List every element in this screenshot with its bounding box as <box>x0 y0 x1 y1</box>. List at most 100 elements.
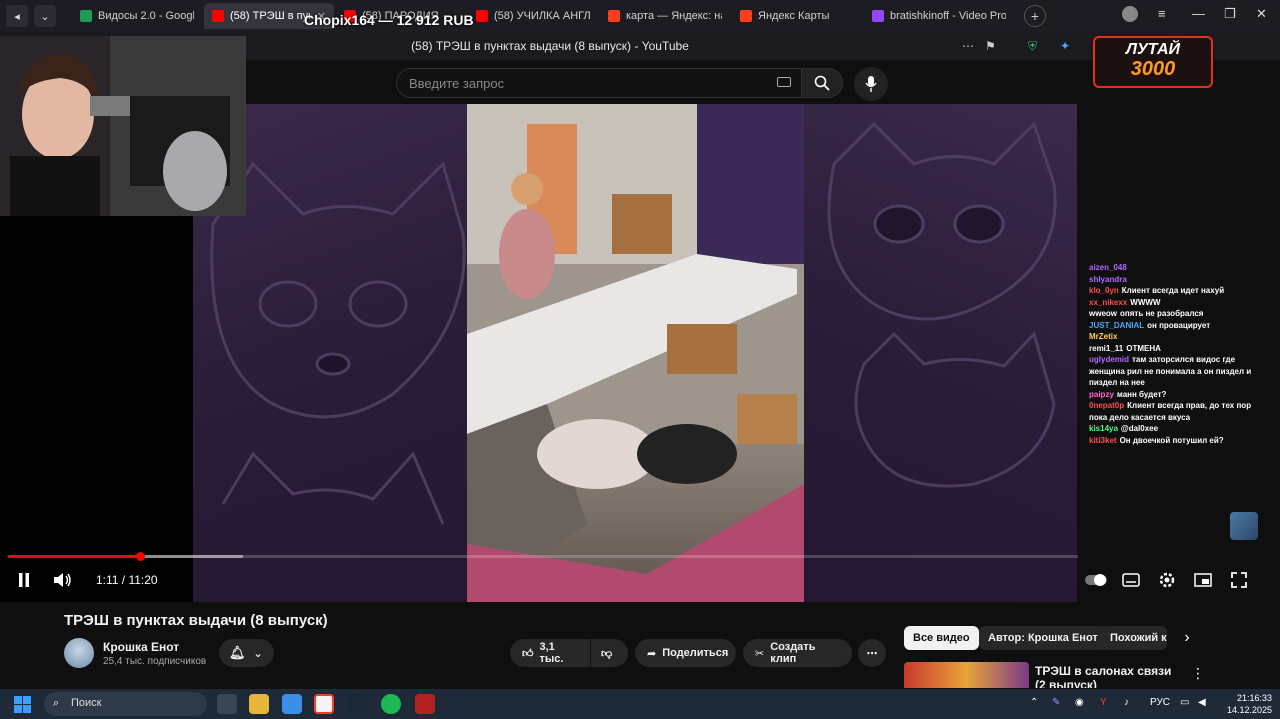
vertical-dots-icon: ⋮ <box>1191 664 1205 681</box>
chat-nick[interactable]: kiti3ket <box>1089 436 1117 445</box>
chat-nick[interactable]: kis14ya <box>1089 424 1118 433</box>
chat-text: @dal0xee <box>1120 424 1159 433</box>
tray-expand-icon[interactable]: ⌃ <box>1030 697 1038 708</box>
browser-tab[interactable]: Видосы 2.0 - Google Таб <box>72 3 202 29</box>
browser-tab[interactable]: bratishkinoff - Video Pro <box>864 3 1014 29</box>
new-tab-button[interactable]: + <box>1024 5 1046 27</box>
file-explorer-icon[interactable] <box>249 694 269 714</box>
browser-menu-icon[interactable]: ≡ <box>1158 6 1166 21</box>
chip-author[interactable]: Автор: Крошка Енот <box>979 626 1107 650</box>
chat-nick[interactable]: paipzy <box>1089 390 1114 399</box>
steam-icon[interactable] <box>347 694 367 714</box>
chat-nick[interactable]: xx_nikexx <box>1089 298 1127 307</box>
chip-similar[interactable]: Похожий к <box>1101 626 1167 650</box>
app-icon[interactable] <box>415 694 435 714</box>
chat-text: манн будет? <box>1116 389 1167 399</box>
channel-avatar[interactable] <box>64 638 94 668</box>
search-placeholder: Введите запрос <box>409 76 505 91</box>
badge-line2: 3000 <box>1130 58 1176 80</box>
dislike-button[interactable]: 👎︎ <box>591 639 628 667</box>
chips-next-button[interactable]: › <box>1178 628 1196 648</box>
subtitles-icon <box>1122 573 1140 587</box>
progress-played <box>8 555 140 558</box>
chat-text: Клиент всегда идет нахуй <box>1121 286 1225 295</box>
recommended-menu-button[interactable]: ⋮ <box>1190 664 1206 682</box>
system-clock[interactable]: 21:16:33 14.12.2025 <box>1216 692 1272 716</box>
taskbar-search[interactable]: Поиск <box>44 692 207 716</box>
subtitles-button[interactable] <box>1121 571 1141 589</box>
progress-scrubber[interactable] <box>135 552 145 561</box>
chat-message: MrZetix <box>1089 331 1269 343</box>
clip-button[interactable]: ✂ Создать клип <box>743 639 852 667</box>
chat-message: klo_0yn Клиент всегда идет нахуй <box>1089 285 1269 297</box>
start-button[interactable] <box>14 696 31 713</box>
chat-message: xx_nikexx WWWW <box>1089 297 1269 309</box>
extension-icon[interactable]: ✦ <box>1060 39 1070 53</box>
search-button[interactable] <box>801 68 843 98</box>
chat-nick[interactable]: remi1_11 <box>1089 344 1123 353</box>
time-display: 1:11 / 11:20 <box>96 573 158 587</box>
maximize-button[interactable]: ❐ <box>1224 6 1236 22</box>
chat-nick[interactable]: klo_0yn <box>1089 286 1119 295</box>
donation-badge: ЛУТАЙ 3000 <box>1093 36 1213 88</box>
volume-button[interactable] <box>52 570 74 590</box>
chat-nick[interactable]: MrZetix <box>1089 332 1117 341</box>
clock-time: 21:16:33 <box>1236 693 1272 703</box>
network-icon[interactable]: ▭ <box>1180 697 1189 708</box>
task-view-icon[interactable] <box>217 694 237 714</box>
tabs-dropdown-button[interactable]: ⌄ <box>34 5 56 27</box>
bookmark-icon[interactable]: ⚑ <box>985 39 996 53</box>
store-icon[interactable] <box>282 694 302 714</box>
channel-name[interactable]: Крошка Енот <box>103 640 179 654</box>
language-indicator[interactable]: РУС <box>1150 697 1170 708</box>
chat-nick[interactable]: 0nepat0p <box>1089 401 1124 410</box>
spotify-icon[interactable] <box>381 694 401 714</box>
tab-favicon-icon <box>608 10 620 22</box>
more-actions-button[interactable]: ⋯ <box>858 639 886 667</box>
chat-nick[interactable]: wweow <box>1089 309 1117 318</box>
share-button[interactable]: ➦ Поделиться <box>635 639 736 667</box>
minimize-button[interactable]: — <box>1192 6 1205 21</box>
chat-nick[interactable]: shlyandra <box>1089 275 1127 284</box>
browser-tab[interactable]: (58) УЧИЛКА АНГЛИЙС <box>468 3 598 29</box>
chat-nick[interactable]: JUST_DANIAL <box>1089 321 1144 330</box>
steam-tray-icon[interactable]: ◉ <box>1075 697 1084 708</box>
browser-tab[interactable]: карта — Яндекс: нашлос <box>600 3 730 29</box>
chat-nick[interactable]: aizen_048 <box>1089 263 1127 272</box>
close-window-button[interactable]: ✕ <box>1256 6 1267 22</box>
more-icon[interactable]: ⋯ <box>962 39 974 53</box>
pause-button[interactable] <box>14 570 34 590</box>
share-icon: ➦ <box>647 647 657 660</box>
yandex-tray-icon[interactable]: Y <box>1100 697 1107 708</box>
volume-tray-icon[interactable]: ◀ <box>1198 697 1206 708</box>
autoplay-toggle[interactable] <box>1085 572 1107 588</box>
yandex-browser-icon[interactable] <box>314 694 334 714</box>
settings-button[interactable] <box>1157 570 1177 590</box>
chip-all-videos[interactable]: Все видео <box>904 626 979 650</box>
keyboard-icon[interactable] <box>777 77 791 87</box>
tray-app-icon[interactable]: ✎ <box>1052 697 1060 708</box>
like-button[interactable]: 👍︎ 3,1 тыс. <box>510 639 590 667</box>
like-count: 3,1 тыс. <box>539 641 564 665</box>
chat-message: remi1_11 ОТМЕНА <box>1089 343 1269 355</box>
recommended-thumbnail[interactable] <box>904 662 1029 688</box>
shield-icon[interactable]: ⛨ <box>1028 39 1037 54</box>
recommended-title[interactable]: ТРЭШ в салонах связи (2 выпуск) <box>1035 664 1175 688</box>
miniplayer-button[interactable] <box>1193 571 1213 589</box>
tab-list: Видосы 2.0 - Google Таб (58) ТРЭШ в пункт… <box>70 3 1014 29</box>
tab-title: (58) УЧИЛКА АНГЛИЙС <box>494 10 590 22</box>
profile-icon[interactable] <box>1122 6 1138 22</box>
voice-search-button[interactable] <box>854 67 888 101</box>
cctv-scene <box>467 104 804 602</box>
chat-nick[interactable]: uglydemid <box>1089 355 1129 364</box>
more-icon: ⋯ <box>866 647 878 660</box>
search-input[interactable]: Введите запрос <box>396 68 802 98</box>
subscribe-bell-button[interactable]: 🔔︎ ⌄ <box>219 639 274 667</box>
fullscreen-icon <box>1231 572 1247 588</box>
tab-title: карта — Яндекс: нашлос <box>626 10 722 22</box>
fullscreen-button[interactable] <box>1229 570 1249 590</box>
browser-tab[interactable]: Яндекс Карты <box>732 3 862 29</box>
microphone-tray-icon[interactable]: ♪ <box>1124 697 1129 708</box>
browser-menu-button[interactable]: ◂ <box>6 5 28 27</box>
streamer-face <box>0 36 246 216</box>
